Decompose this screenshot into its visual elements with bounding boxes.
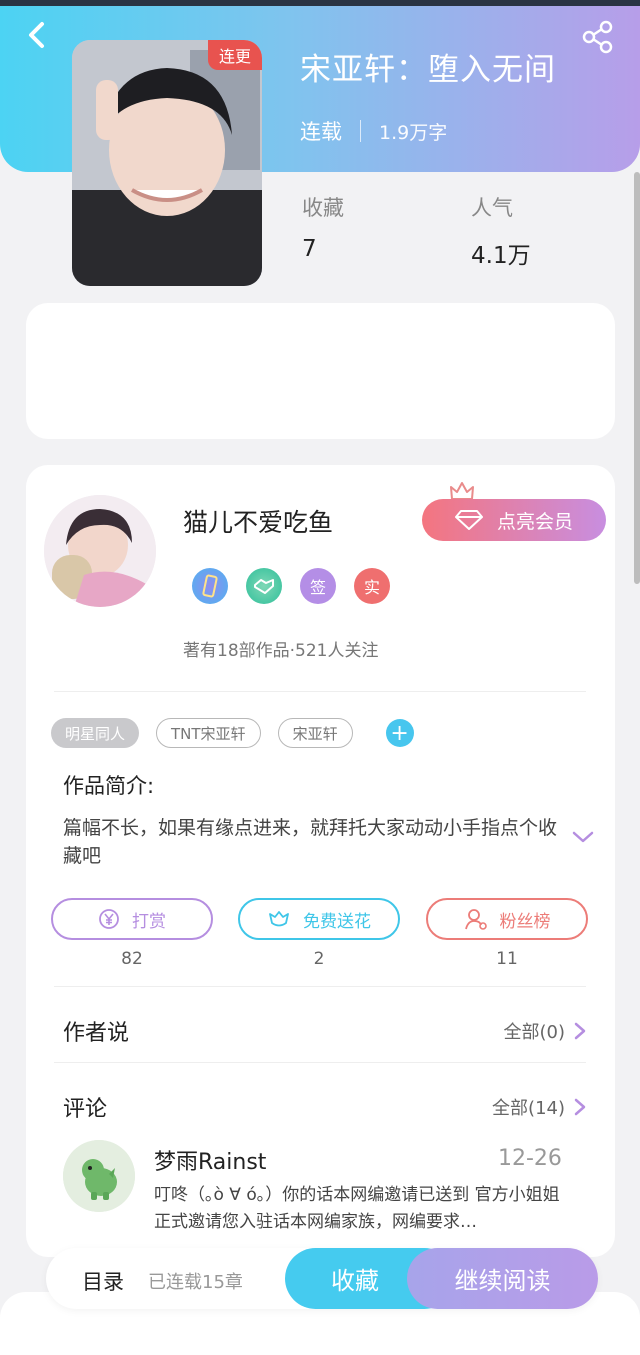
scrollbar[interactable] [634, 172, 640, 584]
stat-label: 收藏 [302, 196, 344, 220]
flower-icon [269, 911, 289, 927]
fan-count: 11 [496, 949, 518, 969]
phone-icon [202, 574, 218, 598]
handshake-badge-icon[interactable] [246, 568, 282, 604]
commenter-avatar[interactable] [63, 1140, 135, 1212]
fan-ranking-label: 粉丝榜 [499, 911, 551, 932]
author-says-all-label: 全部(0) [503, 1022, 566, 1043]
share-button[interactable] [580, 20, 616, 54]
chevron-left-icon [29, 22, 44, 48]
tag-item[interactable]: TNT宋亚轩 [156, 718, 261, 748]
fan-ranking-button[interactable]: 粉丝榜 [426, 898, 588, 940]
handshake-icon [254, 579, 274, 594]
chevron-right-icon [574, 1022, 586, 1040]
author-meta: 著有18部作品·521人关注 [183, 641, 379, 661]
tag-item[interactable]: 宋亚轩 [277, 718, 353, 748]
user-icon [464, 909, 487, 930]
verified-badge[interactable]: 实 [354, 568, 390, 604]
share-icon [582, 20, 613, 54]
stat-value: 7 [302, 236, 317, 262]
tag-item[interactable]: 明星同人 [51, 718, 140, 748]
book-cover[interactable]: 连更 [72, 40, 262, 286]
back-button[interactable] [20, 18, 54, 52]
comments-row[interactable]: 评论 全部(14) [63, 1091, 587, 1123]
phone-badge-icon[interactable] [192, 568, 228, 604]
comments-all-label: 全部(14) [492, 1098, 565, 1119]
vip-button[interactable]: 点亮会员 [422, 499, 606, 541]
status-divider [360, 120, 361, 142]
stat-value: 4.1万 [471, 243, 531, 269]
comment-username[interactable]: 梦雨Rainst [154, 1144, 266, 1176]
stat-favorites: 收藏 7 [302, 192, 344, 262]
author-says-row[interactable]: 作者说 全部(0) [63, 1015, 587, 1047]
intro-title: 作品简介: [63, 774, 155, 798]
free-flower-label: 免费送花 [303, 911, 371, 932]
divider [54, 691, 586, 692]
yen-icon [99, 909, 119, 929]
detail-card: 猫儿不爱吃鱼 点亮会员 签 实 著有18部作品·521人关注 明星同人 TNT宋… [26, 465, 615, 1257]
collect-label: 收藏 [331, 1267, 379, 1295]
reward-button[interactable]: 打赏 [51, 898, 213, 940]
word-count: 1.9万字 [379, 121, 448, 144]
divider [54, 1062, 586, 1063]
placeholder-card [26, 303, 615, 439]
comments-title: 评论 [63, 1097, 108, 1122]
stat-popularity: 人气 4.1万 [471, 192, 531, 270]
toc-button[interactable]: 目录 [82, 1266, 124, 1296]
add-tag-button[interactable]: + [385, 719, 414, 747]
author-says-title: 作者说 [63, 1021, 130, 1046]
author-name[interactable]: 猫儿不爱吃鱼 [183, 503, 333, 539]
author-badges: 签 实 [192, 568, 390, 604]
plus-icon: + [390, 720, 409, 746]
author-avatar[interactable] [44, 495, 156, 607]
flower-count: 2 [313, 949, 325, 969]
chevron-right-icon [574, 1098, 586, 1116]
reward-label: 打赏 [132, 911, 166, 932]
chevron-down-icon[interactable] [571, 829, 595, 845]
divider [54, 986, 586, 987]
comment-date: 12-26 [498, 1146, 562, 1171]
continue-reading-label: 继续阅读 [454, 1267, 551, 1295]
continue-reading-button[interactable]: 继续阅读 [407, 1248, 598, 1309]
comments-all[interactable]: 全部(14) [492, 1094, 587, 1120]
comment-text[interactable]: 叮咚（｡ò ∀ ó｡）你的话本网编邀请已送到 官方小姐姐正式邀请您入驻话本网编家… [154, 1182, 574, 1236]
chapter-count: 已连载15章 [148, 1272, 243, 1293]
avatar-photo [44, 495, 156, 607]
free-flower-button[interactable]: 免费送花 [238, 898, 400, 940]
intro-text: 篇幅不长，如果有缘点进来，就拜托大家动动小手指点个收藏吧 [63, 817, 558, 867]
vip-label: 点亮会员 [496, 510, 573, 533]
reward-count: 82 [121, 949, 143, 969]
book-status-row: 连载 1.9万字 [300, 116, 447, 146]
author-says-all[interactable]: 全部(0) [504, 1018, 588, 1044]
diamond-icon [454, 510, 483, 530]
cover-photo [72, 40, 262, 286]
stat-label: 人气 [471, 196, 513, 220]
update-badge: 连更 [208, 40, 262, 70]
serial-status: 连载 [300, 120, 342, 144]
dinosaur-avatar-icon [63, 1140, 135, 1212]
tag-list: 明星同人 TNT宋亚轩 宋亚轩 + [51, 718, 414, 748]
bottom-action-bar: 目录 已连载15章 收藏 继续阅读 [46, 1248, 598, 1309]
book-title: 宋亚轩：堕入无间 [300, 52, 556, 88]
signed-badge[interactable]: 签 [300, 568, 336, 604]
